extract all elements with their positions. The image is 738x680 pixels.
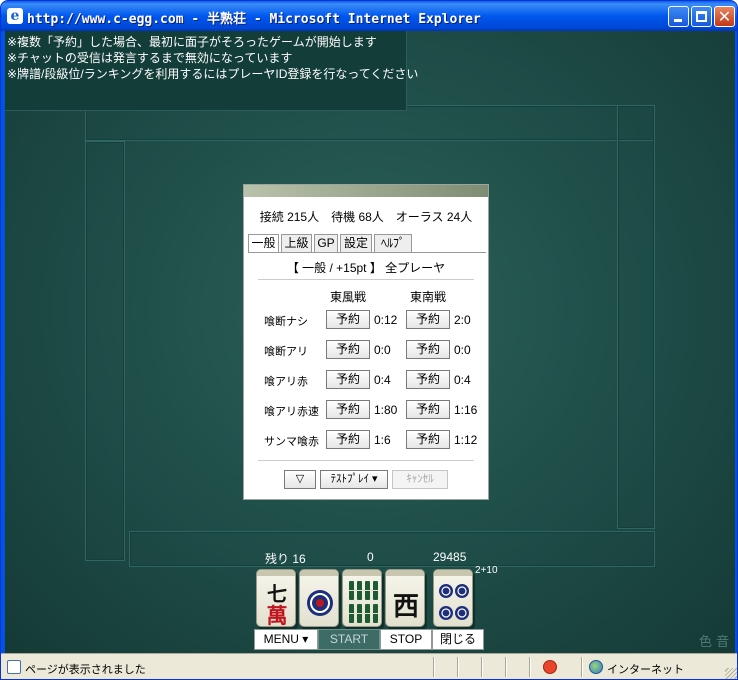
west-tile[interactable]: 西 <box>385 569 425 627</box>
divider <box>258 460 474 461</box>
tonnan-count: 1:12 <box>454 433 478 447</box>
rule-label: 喰アリ赤 <box>264 376 308 388</box>
seven-man-tile[interactable]: 七 萬 <box>256 569 296 627</box>
player-score: 29485 <box>433 550 467 564</box>
remaining-tiles: 残り 16 <box>265 552 306 566</box>
menu-button[interactable]: MENU ▾ <box>254 629 318 650</box>
tonpu-count: 0:4 <box>374 373 391 387</box>
minimize-icon <box>674 19 682 22</box>
cancel-button[interactable]: ｷｬﾝｾﾙ <box>392 470 448 489</box>
tonnan-count: 0:4 <box>454 373 471 387</box>
column-tonpu: 東風戦 <box>330 290 367 304</box>
internet-zone-icon <box>589 660 603 674</box>
reserve-tonnan-button[interactable]: 予約 <box>406 400 450 419</box>
start-button[interactable]: START <box>318 629 380 650</box>
one-pin-tile[interactable] <box>299 569 339 627</box>
bonus-count: 2+10 <box>475 565 498 576</box>
tonnan-count: 1:16 <box>454 403 478 417</box>
resize-grip[interactable] <box>725 668 737 679</box>
close-icon: ✕ <box>717 7 732 26</box>
rule-label: 喰断アリ <box>264 346 308 358</box>
security-zone: インターネット <box>607 664 684 676</box>
tile-kanji: 西 <box>392 592 419 622</box>
internet-explorer-icon: e <box>7 8 23 24</box>
table-rail-right <box>617 105 655 529</box>
tile-edge <box>257 570 295 576</box>
dialog-header <box>244 185 488 197</box>
tab-help[interactable]: ﾍﾙﾌﾟ <box>374 234 412 252</box>
eight-sou-tile[interactable] <box>342 569 382 627</box>
reserve-tonpu-button[interactable]: 予約 <box>326 370 370 389</box>
status-text: ページが表示されました <box>25 664 146 676</box>
status-divider <box>581 657 583 677</box>
game-area: ※複数「予約」した場合、最初に面子がそろったゲームが開始します ※チャットの受信… <box>5 31 735 653</box>
close-game-button[interactable]: 閉じる <box>432 629 484 650</box>
rule-label: 喰断ナシ <box>264 316 308 328</box>
minimize-button[interactable] <box>668 6 689 27</box>
down-button[interactable]: ▽ <box>284 470 316 489</box>
tab-gp[interactable]: GP <box>314 234 338 252</box>
window-title: http://www.c-egg.com - 半熟荘 - Microsoft I… <box>27 12 481 27</box>
reserve-tonpu-button[interactable]: 予約 <box>326 310 370 329</box>
stop-button[interactable]: STOP <box>380 629 432 650</box>
tile-suit: 萬 <box>266 603 288 627</box>
one-pin-icon <box>307 590 333 616</box>
column-tonnan: 東南戦 <box>410 290 447 304</box>
rule-label: サンマ喰赤 <box>264 436 319 448</box>
reserve-tonpu-button[interactable]: 予約 <box>326 340 370 359</box>
reserve-tonnan-button[interactable]: 予約 <box>406 310 450 329</box>
four-pin-tile[interactable] <box>433 569 473 627</box>
status-divider <box>481 657 483 677</box>
tab-divider <box>248 252 486 253</box>
tonnan-count: 2:0 <box>454 313 471 327</box>
popup-blocked-icon[interactable] <box>543 660 557 674</box>
rule-label: 喰アリ赤速 <box>264 406 319 418</box>
divider <box>258 279 474 280</box>
table-rail-left <box>85 141 125 561</box>
notice-panel: ※複数「予約」した場合、最初に面子がそろったゲームが開始します ※チャットの受信… <box>5 31 419 111</box>
status-divider <box>505 657 507 677</box>
color-sound-toggle[interactable]: 色 音 <box>699 631 729 650</box>
connection-counts: 接続 215人 待機 68人 オーラス 24人 <box>259 210 473 224</box>
tab-general[interactable]: 一般 <box>248 234 279 253</box>
maximize-icon <box>696 11 707 22</box>
title-bar: e http://www.c-egg.com - 半熟荘 - Microsoft… <box>1 1 737 31</box>
notice-line: ※牌譜/段級位/ランキングを利用するにはプレーヤID登録を行なってください <box>7 67 419 81</box>
status-bar: ページが表示されました インターネット <box>1 653 737 679</box>
maximize-button[interactable] <box>691 6 712 27</box>
reserve-tonnan-button[interactable]: 予約 <box>406 430 450 449</box>
status-divider <box>433 657 435 677</box>
tab-advanced[interactable]: 上級 <box>281 234 312 252</box>
tile-edge <box>386 570 424 576</box>
mode-title: 【 一般 / +15pt 】 全プレーヤ <box>286 261 446 275</box>
browser-window: e http://www.c-egg.com - 半熟荘 - Microsoft… <box>0 0 738 680</box>
lobby-dialog: 接続 215人 待機 68人 オーラス 24人 一般 上級 GP 設定 ﾍﾙﾌﾟ… <box>243 184 489 500</box>
tonnan-count: 0:0 <box>454 343 471 357</box>
center-value: 0 <box>367 550 374 564</box>
tab-settings[interactable]: 設定 <box>340 234 372 252</box>
eight-sou-icon <box>349 581 378 623</box>
notice-line: ※複数「予約」した場合、最初に面子がそろったゲームが開始します <box>7 35 377 49</box>
reserve-tonpu-button[interactable]: 予約 <box>326 430 370 449</box>
status-divider <box>529 657 531 677</box>
four-pin-icon <box>439 584 469 620</box>
testplay-dropdown[interactable]: ﾃｽﾄﾌﾟﾚｲ ▾ <box>320 470 388 489</box>
status-divider <box>457 657 459 677</box>
close-window-button[interactable]: ✕ <box>714 6 735 27</box>
notice-line: ※チャットの受信は発言するまで無効になっています <box>7 51 293 65</box>
page-icon <box>7 660 21 674</box>
reserve-tonnan-button[interactable]: 予約 <box>406 370 450 389</box>
reserve-tonnan-button[interactable]: 予約 <box>406 340 450 359</box>
tonpu-count: 0:12 <box>374 313 398 327</box>
table-rail-bottom <box>129 531 655 567</box>
tonpu-count: 1:6 <box>374 433 391 447</box>
tonpu-count: 0:0 <box>374 343 391 357</box>
tonpu-count: 1:80 <box>374 403 398 417</box>
reserve-tonpu-button[interactable]: 予約 <box>326 400 370 419</box>
